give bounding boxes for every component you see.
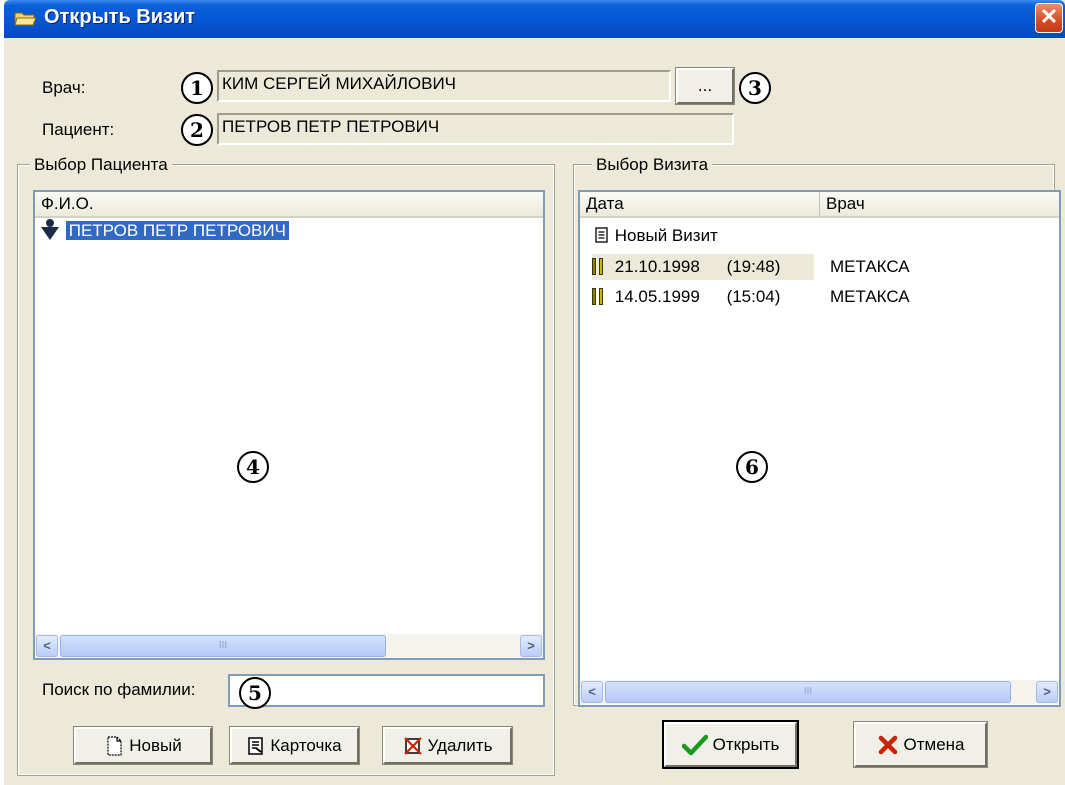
visit-date: 14.05.1999 (614, 287, 700, 306)
delete-patient-button[interactable]: Удалить (382, 726, 513, 765)
window-title: Открыть Визит (44, 6, 196, 28)
visit-date: 21.10.1998 (614, 257, 700, 276)
visit-group-title: Выбор Визита (592, 155, 713, 175)
patient-field[interactable]: ПЕТРОВ ПЕТР ПЕТРОВИЧ (217, 113, 734, 145)
list-item[interactable]: Новый Визит (594, 223, 718, 249)
patient-group-title: Выбор Пациента (30, 155, 172, 175)
close-button[interactable]: ✕ (1035, 3, 1063, 33)
patient-arrow-icon (41, 219, 59, 240)
visit-time: (15:04) (726, 287, 781, 306)
delete-patient-label: Удалить (427, 735, 493, 755)
table-row[interactable]: 21.10.1998 (19:48) (592, 254, 814, 280)
callout-3: 3 (739, 72, 771, 104)
scroll-right-button[interactable]: > (1036, 681, 1058, 703)
doctor-label: Врач: (42, 78, 86, 97)
folder-open-icon (14, 12, 36, 26)
cancel-button[interactable]: Отмена (853, 721, 988, 768)
patient-card-label: Карточка (270, 735, 342, 755)
cross-icon (878, 735, 897, 754)
visit-list[interactable]: Дата Врач Новый Визит 21.10.1998 (19:48)… (578, 190, 1061, 707)
table-row[interactable]: 14.05.1999 (15:04) (592, 284, 780, 310)
column-header-date[interactable]: Дата (580, 192, 820, 218)
callout-4: 4 (237, 451, 269, 483)
scroll-left-button[interactable]: < (36, 635, 58, 657)
visit-book-icon (592, 258, 604, 275)
cancel-label: Отмена (903, 734, 965, 754)
open-button[interactable]: Открыть (662, 720, 799, 769)
close-icon: ✕ (1039, 4, 1059, 29)
new-patient-label: Новый (129, 735, 182, 755)
scroll-left-button[interactable]: < (581, 681, 603, 703)
visit-doctor: МЕТАКСА (830, 287, 910, 306)
list-item[interactable]: ПЕТРОВ ПЕТР ПЕТРОВИЧ (39, 218, 290, 244)
visit-book-icon (592, 288, 604, 305)
callout-1: 1 (181, 72, 213, 104)
visit-doctor: МЕТАКСА (830, 257, 910, 276)
browse-doctor-button[interactable]: ... (675, 67, 735, 105)
scroll-thumb[interactable]: III (60, 635, 386, 657)
search-label: Поиск по фамилии: (42, 680, 196, 699)
visit-list-hscrollbar[interactable]: < III > (580, 680, 1059, 704)
callout-2: 2 (181, 114, 213, 146)
new-patient-button[interactable]: Новый (73, 726, 213, 765)
checkmark-icon (681, 734, 708, 755)
title-bar: Открыть Визит ✕ (4, 0, 1065, 38)
scroll-thumb[interactable]: III (605, 681, 1011, 703)
patient-name: ПЕТРОВ ПЕТР ПЕТРОВИЧ (64, 220, 290, 241)
new-visit-label: Новый Визит (614, 226, 718, 245)
patient-list[interactable]: Ф.И.О. ПЕТРОВ ПЕТР ПЕТРОВИЧ < III > (33, 190, 545, 660)
delete-icon (403, 736, 422, 755)
search-input[interactable] (228, 674, 545, 707)
callout-6: 6 (736, 451, 768, 483)
open-visit-dialog: Открыть Визит ✕ Врач: 1 КИМ СЕРГЕЙ МИХАЙ… (4, 0, 1065, 785)
patient-label: Пациент: (42, 120, 115, 139)
visit-time: (19:48) (726, 257, 781, 276)
column-header-fio[interactable]: Ф.И.О. (35, 192, 543, 218)
card-icon (248, 736, 264, 755)
doctor-field[interactable]: КИМ СЕРГЕЙ МИХАЙЛОВИЧ (217, 70, 671, 102)
callout-5: 5 (239, 677, 271, 709)
open-label: Открыть (712, 734, 780, 754)
new-document-icon (107, 735, 122, 756)
document-icon (595, 227, 608, 243)
patient-card-button[interactable]: Карточка (229, 726, 360, 765)
patient-list-hscrollbar[interactable]: < III > (35, 634, 543, 658)
column-header-doctor[interactable]: Врач (820, 192, 1059, 218)
scroll-right-button[interactable]: > (520, 635, 542, 657)
